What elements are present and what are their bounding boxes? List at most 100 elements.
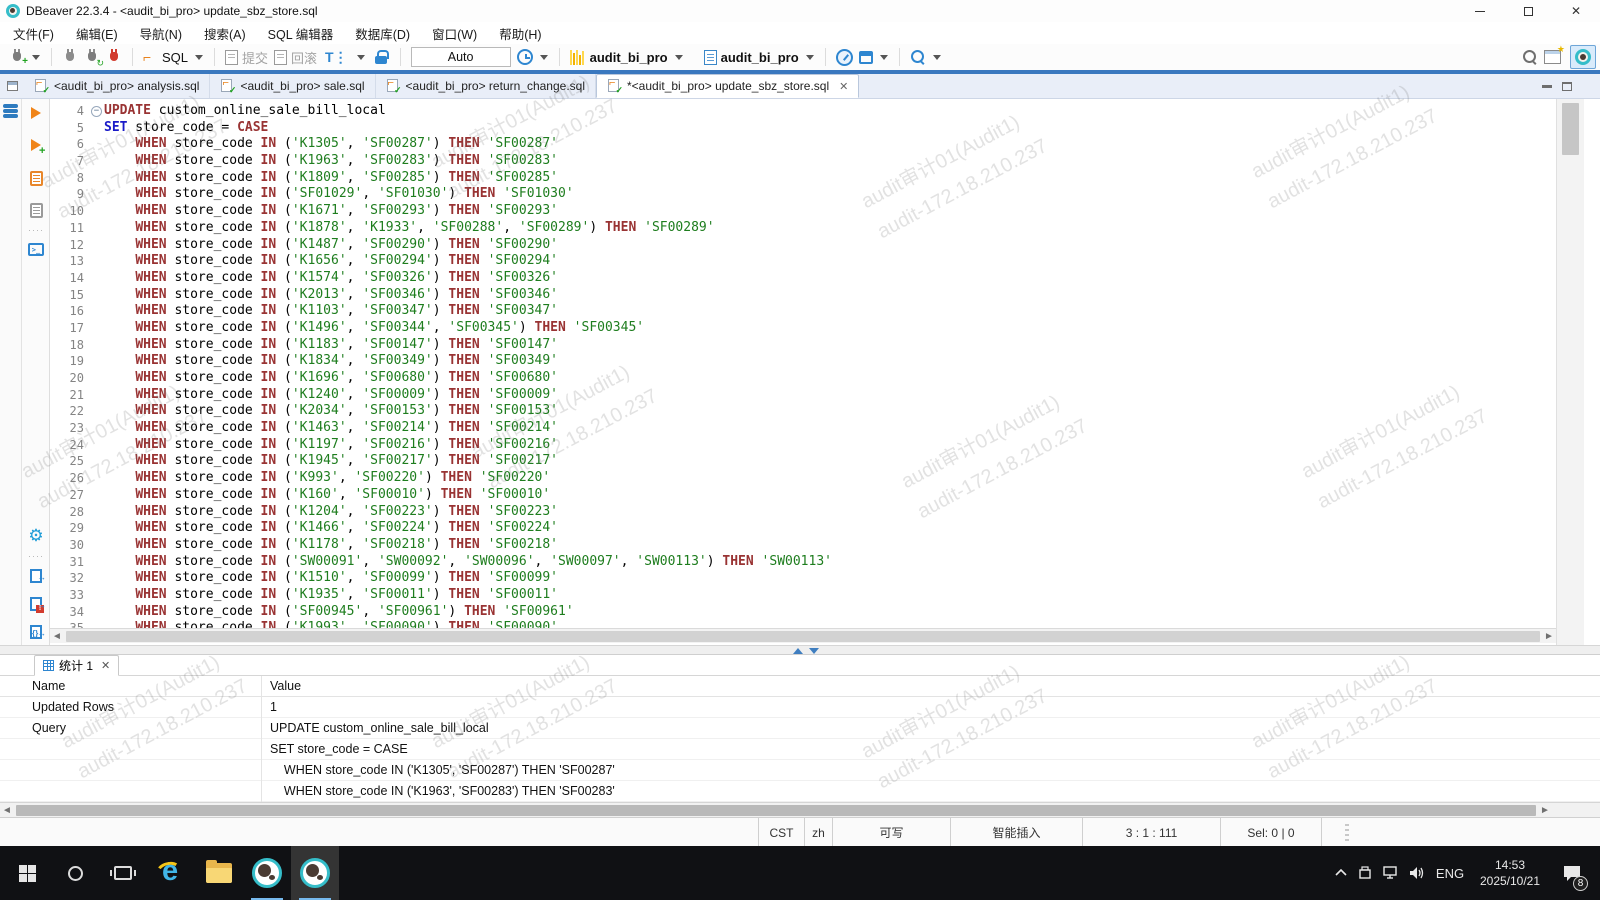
- internet-explorer-button[interactable]: e: [147, 846, 195, 900]
- stats-row-1[interactable]: QueryUPDATE custom_online_sale_bill_loca…: [0, 718, 1600, 739]
- menu-item-1[interactable]: 编辑(E): [67, 22, 127, 45]
- commit-mode-combo[interactable]: Auto: [411, 47, 511, 67]
- execute-statement-button[interactable]: [22, 107, 50, 119]
- line-number: 27: [50, 487, 90, 504]
- menu-item-3[interactable]: 搜索(A): [195, 22, 255, 45]
- panel-scroll-left-icon[interactable]: ◄: [0, 803, 14, 818]
- transaction-log-button[interactable]: T⋮: [320, 45, 353, 69]
- database-selector[interactable]: audit_bi_pro: [701, 45, 802, 69]
- rollback-button[interactable]: 回滚: [271, 45, 320, 69]
- editor-tab-0[interactable]: ⌐✓<audit_bi_pro> analysis.sql: [24, 74, 210, 98]
- panel-sash[interactable]: [0, 645, 1600, 655]
- tray-volume-button[interactable]: [1404, 846, 1430, 900]
- sash-collapse-up-icon[interactable]: [793, 648, 803, 654]
- stats-row-4[interactable]: WHEN store_code IN ('K1963', 'SF00283') …: [0, 781, 1600, 802]
- connection-caret[interactable]: [675, 55, 683, 60]
- panel-hscroll-thumb[interactable]: [16, 805, 1536, 816]
- commit-button[interactable]: 提交: [222, 45, 271, 69]
- maximize-editor-icon[interactable]: [1562, 82, 1572, 91]
- restore-panel-button[interactable]: [0, 74, 24, 98]
- minimize-button[interactable]: [1456, 0, 1504, 22]
- task-view-button[interactable]: [99, 846, 147, 900]
- editor-vscroll-thumb[interactable]: [1562, 103, 1579, 155]
- disconnect-button[interactable]: [59, 45, 81, 69]
- stats-tab-close-icon[interactable]: ✕: [101, 659, 110, 672]
- search-caret[interactable]: [933, 55, 941, 60]
- editor-hscrollbar[interactable]: ◄ ►: [50, 628, 1556, 643]
- dbeaver-perspective-button[interactable]: [1570, 45, 1596, 69]
- stats-row-3[interactable]: WHEN store_code IN ('K1305', 'SF00287') …: [0, 760, 1600, 781]
- stats-row-2[interactable]: SET store_code = CASE: [0, 739, 1600, 760]
- menu-item-0[interactable]: 文件(F): [4, 22, 63, 45]
- panel-hscrollbar[interactable]: ◄ ►: [0, 802, 1600, 817]
- lock-button[interactable]: [369, 45, 393, 69]
- line-number: 26: [50, 470, 90, 487]
- start-button[interactable]: [3, 846, 51, 900]
- history-caret[interactable]: [540, 55, 548, 60]
- execute-new-tab-button[interactable]: +: [22, 139, 50, 151]
- quick-search-button[interactable]: [1519, 45, 1541, 69]
- tasks-caret[interactable]: [880, 55, 888, 60]
- reconnect-button[interactable]: ↻: [81, 45, 103, 69]
- error-log-button[interactable]: !: [22, 597, 50, 611]
- dashboard-button[interactable]: [833, 45, 856, 69]
- stats-tab[interactable]: 统计 1 ✕: [34, 655, 119, 676]
- tray-usb-button[interactable]: [1352, 846, 1378, 900]
- editor-tab-3[interactable]: ⌐✓*<audit_bi_pro> update_sbz_store.sql✕: [596, 74, 859, 98]
- menu-item-7[interactable]: 帮助(H): [490, 22, 550, 45]
- fold-marker-icon[interactable]: [90, 103, 104, 120]
- explain-plan-button[interactable]: [22, 203, 50, 218]
- editor-vscrollbar[interactable]: [1556, 99, 1584, 645]
- connection-selector[interactable]: audit_bi_pro: [567, 45, 671, 69]
- open-perspective-button[interactable]: [1541, 45, 1564, 69]
- tray-expand-button[interactable]: [1330, 846, 1352, 900]
- open-console-button[interactable]: >_: [22, 243, 50, 256]
- new-connection-caret[interactable]: [32, 55, 40, 60]
- fold-margin: [90, 403, 104, 420]
- editor-hscroll-thumb[interactable]: [66, 631, 1540, 642]
- panel-scroll-right-icon[interactable]: ►: [1538, 803, 1552, 818]
- transaction-history-button[interactable]: [514, 45, 536, 69]
- line-number: 4: [50, 103, 90, 120]
- close-button[interactable]: ✕: [1552, 0, 1600, 22]
- dbeaver-taskbar-button[interactable]: [243, 846, 291, 900]
- stats-row-0[interactable]: Updated Rows1: [0, 697, 1600, 718]
- new-connection-button[interactable]: +: [6, 45, 28, 69]
- transaction-caret[interactable]: [357, 55, 365, 60]
- scroll-left-icon[interactable]: ◄: [50, 629, 64, 644]
- menu-item-2[interactable]: 导航(N): [131, 22, 191, 45]
- disconnect-all-button[interactable]: [103, 45, 125, 69]
- dbeaver-taskbar-button-active[interactable]: [291, 846, 339, 900]
- code-text: WHEN store_code IN ('K993', 'SF00220') T…: [104, 470, 550, 487]
- code-line: 26 WHEN store_code IN ('K993', 'SF00220'…: [50, 470, 1558, 487]
- database-caret[interactable]: [806, 55, 814, 60]
- tray-clock-button[interactable]: 14:532025/10/21: [1470, 846, 1550, 900]
- sql-editor-button[interactable]: ⌐ SQL: [140, 45, 191, 69]
- tasks-button[interactable]: [856, 45, 876, 69]
- menu-item-4[interactable]: SQL 编辑器: [259, 22, 343, 45]
- minimize-editor-icon[interactable]: [1542, 85, 1552, 88]
- editor-tab-2[interactable]: ⌐✓<audit_bi_pro> return_change.sql: [376, 74, 596, 98]
- output-console-button[interactable]: {}: [22, 625, 50, 639]
- line-number: 17: [50, 320, 90, 337]
- scroll-right-icon[interactable]: ►: [1542, 629, 1556, 644]
- database-navigator-icon[interactable]: [3, 104, 18, 119]
- sql-editor[interactable]: 4UPDATE custom_online_sale_bill_local5SE…: [50, 99, 1558, 645]
- taskbar-search-button[interactable]: [51, 846, 99, 900]
- file-explorer-button[interactable]: [195, 846, 243, 900]
- action-center-button[interactable]: 8: [1550, 846, 1594, 900]
- export-result-button[interactable]: [22, 569, 50, 583]
- menu-item-6[interactable]: 窗口(W): [423, 22, 486, 45]
- maximize-button[interactable]: [1504, 0, 1552, 22]
- editor-tab-1[interactable]: ⌐✓<audit_bi_pro> sale.sql: [210, 74, 375, 98]
- editor-settings-button[interactable]: ⚙: [22, 527, 50, 544]
- search-button[interactable]: [907, 45, 929, 69]
- tray-network-button[interactable]: [1378, 846, 1404, 900]
- sql-editor-caret[interactable]: [195, 55, 203, 60]
- editor-tab-bar: ⌐✓<audit_bi_pro> analysis.sql⌐✓<audit_bi…: [0, 74, 1600, 99]
- sash-collapse-down-icon[interactable]: [809, 648, 819, 654]
- execute-script-button[interactable]: [22, 171, 50, 186]
- tray-language-button[interactable]: ENG: [1430, 846, 1470, 900]
- tab-close-icon[interactable]: ✕: [839, 80, 848, 93]
- menu-item-5[interactable]: 数据库(D): [346, 22, 419, 45]
